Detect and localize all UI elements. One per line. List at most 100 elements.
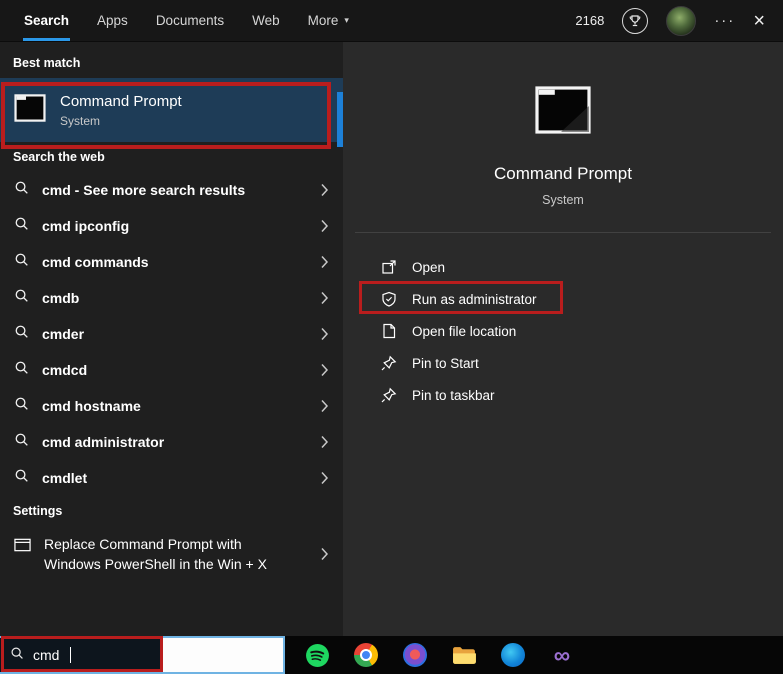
search-icon [14,288,29,308]
suggestion-query: cmd [42,182,71,198]
suggestion-rest: - See more search results [70,182,246,198]
close-icon[interactable]: × [753,11,765,31]
tab-apps[interactable]: Apps [97,0,128,41]
action-open[interactable]: Open [380,251,783,283]
chevron-right-icon [320,291,329,305]
window-icon [14,538,31,557]
search-suggestion[interactable]: cmd ipconfig [0,208,343,244]
taskbar: cmd ∞ [0,636,783,674]
settings-item-replace-cmd[interactable]: Replace Command Prompt with Windows Powe… [0,526,343,575]
search-icon [10,646,24,665]
taskbar-search-empty-area[interactable] [162,638,283,672]
preview-subtitle: System [542,193,584,207]
suggestion-rest: b [70,290,80,306]
settings-header: Settings [13,504,63,518]
search-suggestion[interactable]: cmd hostname [0,388,343,424]
chevron-right-icon [320,327,329,341]
chevron-right-icon [320,399,329,413]
suggestion-query: cmd [42,290,71,306]
search-suggestion[interactable]: cmdlet [0,460,343,496]
search-icon [14,324,29,344]
suggestion-rest: let [70,470,88,486]
user-avatar[interactable] [666,5,697,36]
search-the-web-header: Search the web [13,150,105,164]
spotify-icon[interactable] [304,642,330,668]
chevron-right-icon [320,255,329,269]
best-match-title: Command Prompt [60,92,182,110]
taskbar-search-input[interactable]: cmd [0,638,162,672]
search-results-area: Best match Command Prompt System Search … [0,42,783,636]
tab-more[interactable]: More ▾ [308,0,349,41]
action-pin-to-taskbar[interactable]: Pin to taskbar [380,379,783,411]
suggestion-rest: administrator [70,434,165,450]
suggestion-query: cmd [42,434,71,450]
suggestion-query: cmd [42,218,71,234]
selection-accent-strip [337,92,343,147]
search-icon [14,180,29,200]
search-suggestion[interactable]: cmdcd [0,352,343,388]
command-prompt-icon [14,93,46,127]
search-suggestion[interactable]: cmd administrator [0,424,343,460]
tab-label: Web [252,13,280,28]
admin-shield-icon [380,291,397,308]
search-suggestion[interactable]: cmd commands [0,244,343,280]
taskbar-search-value: cmd [33,647,60,663]
search-icon [14,252,29,272]
suggestion-query: cmd [42,254,71,270]
chevron-right-icon [320,363,329,377]
suggestion-rest: hostname [70,398,141,414]
search-icon [14,216,29,236]
command-prompt-icon-large [535,86,591,134]
tab-label: Documents [155,13,225,28]
file-location-icon [380,323,397,340]
colorful-app-icon[interactable] [402,642,428,668]
chevron-right-icon [320,219,329,233]
suggestion-rest: ipconfig [70,218,130,234]
search-icon [14,360,29,380]
blue-app-icon[interactable] [500,642,526,668]
rewards-points: 2168 [575,13,605,28]
open-icon [380,259,397,276]
visual-studio-icon[interactable]: ∞ [549,642,575,668]
tab-label: Search [24,13,70,28]
tab-label: More [307,13,339,28]
best-match-item[interactable]: Command Prompt System [0,78,343,142]
preview-title: Command Prompt [494,164,632,183]
tab-search[interactable]: Search [22,0,71,41]
suggestion-rest: er [70,326,85,342]
header-right: 2168 ··· × [575,5,783,36]
results-pane: Best match Command Prompt System Search … [0,42,343,636]
tab-label: Apps [97,13,128,28]
context-actions: Open Run as administrator Open file loca… [343,233,783,411]
search-suggestion[interactable]: cmdb [0,280,343,316]
pin-icon [380,387,397,404]
windows-search-flyout: Search Apps Documents Web More ▾ 2168 ··… [0,0,783,674]
tab-web[interactable]: Web [252,0,280,41]
action-label: Run as administrator [412,291,537,307]
search-icon [14,432,29,452]
action-open-file-location[interactable]: Open file location [380,315,783,347]
taskbar-search-box[interactable]: cmd [0,636,285,674]
preview-pane: Command Prompt System Open Run as admini… [343,42,783,636]
action-run-as-administrator[interactable]: Run as administrator [380,283,783,315]
search-suggestion[interactable]: cmder [0,316,343,352]
file-explorer-icon[interactable] [451,642,477,668]
rewards-trophy-icon[interactable] [622,7,649,34]
chrome-icon[interactable] [353,642,379,668]
chevron-right-icon [320,183,329,197]
chevron-right-icon [320,547,329,561]
suggestion-query: cmd [42,326,71,342]
search-tabs: Search Apps Documents Web More ▾ [0,0,349,41]
suggestion-query: cmd [42,398,71,414]
suggestion-query: cmd [42,362,71,378]
taskbar-app-icons: ∞ [304,642,575,668]
more-options-icon[interactable]: ··· [714,12,735,29]
chevron-right-icon [320,471,329,485]
pin-icon [380,355,397,372]
chevron-down-icon: ▾ [344,15,349,25]
tab-documents[interactable]: Documents [156,0,224,41]
search-icon [14,396,29,416]
action-pin-to-start[interactable]: Pin to Start [380,347,783,379]
best-match-subtitle: System [60,113,101,128]
search-suggestion[interactable]: cmd - See more search results [0,172,343,208]
